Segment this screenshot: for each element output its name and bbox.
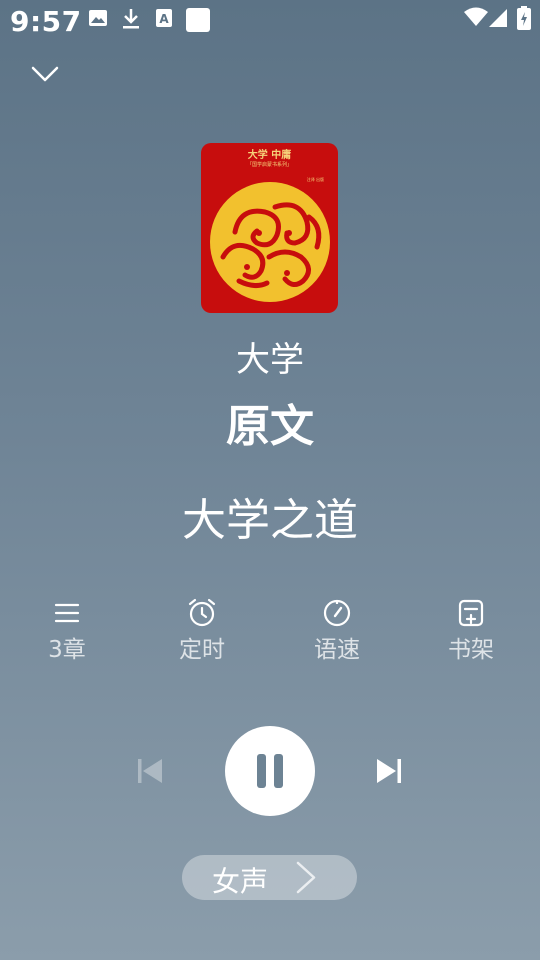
chapter-title: 原文 — [226, 401, 314, 452]
cover-title: 大学 中庸 — [247, 150, 292, 161]
pause-icon — [257, 754, 283, 788]
book-cover: 大学 中庸 「国学启蒙书系列」 注译 出版 — [201, 143, 338, 313]
collapse-chevron-down-icon[interactable] — [28, 58, 62, 88]
status-time: 9:57 — [10, 5, 82, 38]
image-icon — [89, 10, 107, 26]
a-icon: A — [156, 9, 172, 27]
alarm-icon — [188, 598, 216, 627]
speed-button[interactable]: 语速 — [287, 598, 387, 664]
voice-selector-button[interactable]: 女声 — [182, 855, 357, 900]
player-tools-row: 3章 定时 语速 书架 — [0, 598, 540, 668]
cover-subtitle: 「国学启蒙书系列」 — [246, 162, 292, 168]
signal-icon — [489, 9, 507, 27]
previous-icon[interactable] — [134, 755, 166, 787]
add-to-bookshelf-button[interactable]: 书架 — [421, 598, 521, 664]
next-icon[interactable] — [373, 755, 405, 787]
square-icon — [186, 8, 210, 32]
timer-label: 定时 — [179, 637, 225, 663]
book-title: 大学 — [236, 340, 304, 380]
wifi-icon — [464, 7, 488, 26]
list-icon — [54, 603, 80, 623]
timer-button[interactable]: 定时 — [152, 598, 252, 664]
cloud-pattern-icon — [210, 182, 330, 302]
speed-icon — [323, 599, 351, 627]
voice-label: 女声 — [212, 865, 269, 898]
status-bar: 9:57 A — [0, 0, 540, 40]
pause-button[interactable] — [225, 726, 315, 816]
speed-label: 语速 — [314, 637, 360, 663]
svg-text:A: A — [159, 12, 169, 26]
current-reading-line: 大学之道 — [182, 495, 358, 546]
battery-icon — [517, 6, 531, 30]
chapter-list-label: 3章 — [48, 637, 86, 663]
bookshelf-label: 书架 — [448, 637, 494, 663]
bookshelf-add-icon — [458, 599, 484, 627]
chapter-list-button[interactable]: 3章 — [17, 598, 117, 664]
chevron-right-icon — [296, 861, 316, 894]
download-icon — [123, 9, 139, 29]
